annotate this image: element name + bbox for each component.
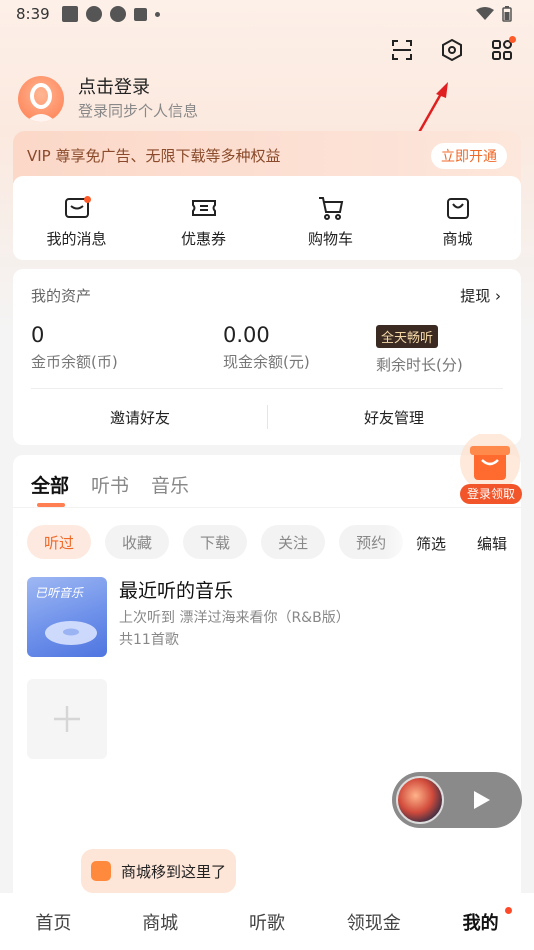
message-icon — [63, 194, 91, 222]
time-label: 剩余时长(分) — [376, 356, 463, 374]
coupon-icon — [190, 194, 218, 222]
divider — [13, 507, 521, 508]
nav-me-label: 我的 — [462, 913, 499, 934]
chip-downloads[interactable]: 下载 — [183, 525, 248, 559]
cash-value: 0.00 — [223, 323, 270, 347]
cart-icon — [317, 194, 345, 222]
assets-card: 我的资产 提现 › 0 金币余额(币) 0.00 现金余额(元) 全天畅听 剩余… — [13, 269, 521, 445]
chip-favorites[interactable]: 收藏 — [105, 525, 170, 559]
vip-open-button[interactable]: 立即开通 — [431, 143, 507, 169]
quick-item-messages[interactable]: 我的消息 — [13, 176, 140, 260]
manage-friends-button[interactable]: 好友管理 — [267, 407, 521, 428]
scan-icon[interactable] — [390, 38, 414, 62]
plus-icon — [54, 706, 80, 732]
apps-icon[interactable] — [490, 36, 516, 62]
quick-item-coupons[interactable]: 优惠券 — [140, 176, 267, 260]
tab-all[interactable]: 全部 — [31, 471, 69, 498]
vip-text: VIP 尊享免广告、无限下载等多种权益 — [27, 147, 281, 165]
top-toolbar — [390, 36, 516, 62]
coins-label: 金币余额(币) — [31, 353, 118, 371]
filter-chips: 听过 收藏 下载 关注 预约 — [27, 525, 404, 559]
chip-listened[interactable]: 听过 — [27, 525, 92, 559]
now-playing-cover[interactable] — [396, 776, 444, 824]
app-notification-icon — [85, 6, 102, 22]
chips-fade — [385, 521, 415, 563]
status-time: 8:39 — [16, 5, 50, 23]
all-day-badge: 全天畅听 — [376, 325, 439, 348]
album-cover: 已听音乐 — [27, 577, 107, 657]
recent-music-item[interactable]: 已听音乐 最近听的音乐 上次听到 漂洋过海来看你（R&B版） 共11首歌 — [27, 577, 350, 657]
library-card: 全部 听书 音乐 听过 收藏 下载 关注 预约 筛选 编辑 已听音乐 最近听的音… — [13, 455, 521, 895]
withdraw-link[interactable]: 提现 › — [460, 285, 501, 306]
coins-balance[interactable]: 0 金币余额(币) — [31, 323, 118, 372]
cash-label: 现金余额(元) — [223, 353, 310, 371]
shop-moved-tooltip: 商城移到这里了 — [81, 849, 237, 893]
play-icon[interactable] — [470, 789, 492, 811]
coins-value: 0 — [31, 323, 45, 347]
login-title[interactable]: 点击登录 — [78, 76, 198, 100]
more-notifications-icon — [154, 11, 160, 17]
nav-home[interactable]: 首页 — [0, 893, 107, 950]
tooltip-text: 商城移到这里了 — [121, 862, 227, 881]
assets-title: 我的资产 — [31, 287, 92, 305]
vinyl-disc-icon — [45, 621, 97, 645]
album-song-count: 共11首歌 — [119, 632, 179, 648]
nav-me[interactable]: 我的 — [427, 893, 534, 950]
login-row[interactable]: 点击登录 登录同步个人信息 — [18, 76, 198, 122]
quick-label: 购物车 — [307, 230, 353, 248]
filter-button[interactable]: 筛选 — [416, 533, 446, 554]
app-notification-icon — [109, 6, 126, 22]
listen-time[interactable]: 全天畅听 剩余时长(分) — [376, 325, 463, 375]
message-badge-dot — [83, 196, 91, 203]
notification-icon — [61, 6, 78, 22]
shop-bag-icon — [91, 861, 111, 881]
chip-following[interactable]: 关注 — [261, 525, 326, 559]
nav-shop[interactable]: 商城 — [107, 893, 214, 950]
nav-cash[interactable]: 领现金 — [320, 893, 427, 950]
status-bar: 8:39 — [0, 0, 534, 28]
quick-item-cart[interactable]: 购物车 — [267, 176, 394, 260]
apps-badge-dot — [509, 36, 516, 43]
quick-label: 商城 — [442, 230, 473, 248]
edit-button[interactable]: 编辑 — [477, 533, 507, 554]
quick-item-shop[interactable]: 商城 — [394, 176, 521, 260]
quick-actions-card: 我的消息 优惠券 购物车 商城 — [13, 176, 521, 260]
quick-label: 优惠券 — [180, 230, 226, 248]
gift-box-icon — [460, 432, 520, 492]
tab-audiobooks[interactable]: 听书 — [91, 471, 129, 498]
login-subtitle: 登录同步个人信息 — [78, 102, 199, 120]
login-reward-label: 登录领取 — [460, 484, 522, 504]
wifi-icon — [476, 7, 494, 20]
album-title: 最近听的音乐 — [119, 580, 234, 602]
shop-bag-icon — [444, 194, 472, 222]
nav-listen[interactable]: 听歌 — [214, 893, 321, 950]
quick-label: 我的消息 — [46, 230, 107, 248]
album-last-played: 上次听到 漂洋过海来看你（R&B版） — [119, 610, 350, 626]
cash-balance[interactable]: 0.00 现金余额(元) — [223, 323, 310, 372]
text-notification-icon — [133, 7, 147, 21]
library-tabs: 全部 听书 音乐 — [31, 471, 189, 498]
invite-friends-button[interactable]: 邀请好友 — [13, 407, 267, 428]
login-reward-float[interactable]: 登录领取 — [456, 432, 524, 506]
battery-icon — [502, 6, 512, 22]
add-button[interactable] — [27, 679, 107, 759]
divider — [31, 388, 503, 389]
tab-music[interactable]: 音乐 — [151, 471, 189, 498]
bottom-navigation: 首页 商城 听歌 领现金 我的 — [0, 893, 534, 950]
settings-icon[interactable] — [440, 38, 464, 62]
avatar[interactable] — [18, 76, 64, 122]
mini-player[interactable] — [392, 772, 522, 828]
nav-badge-dot — [504, 907, 512, 914]
